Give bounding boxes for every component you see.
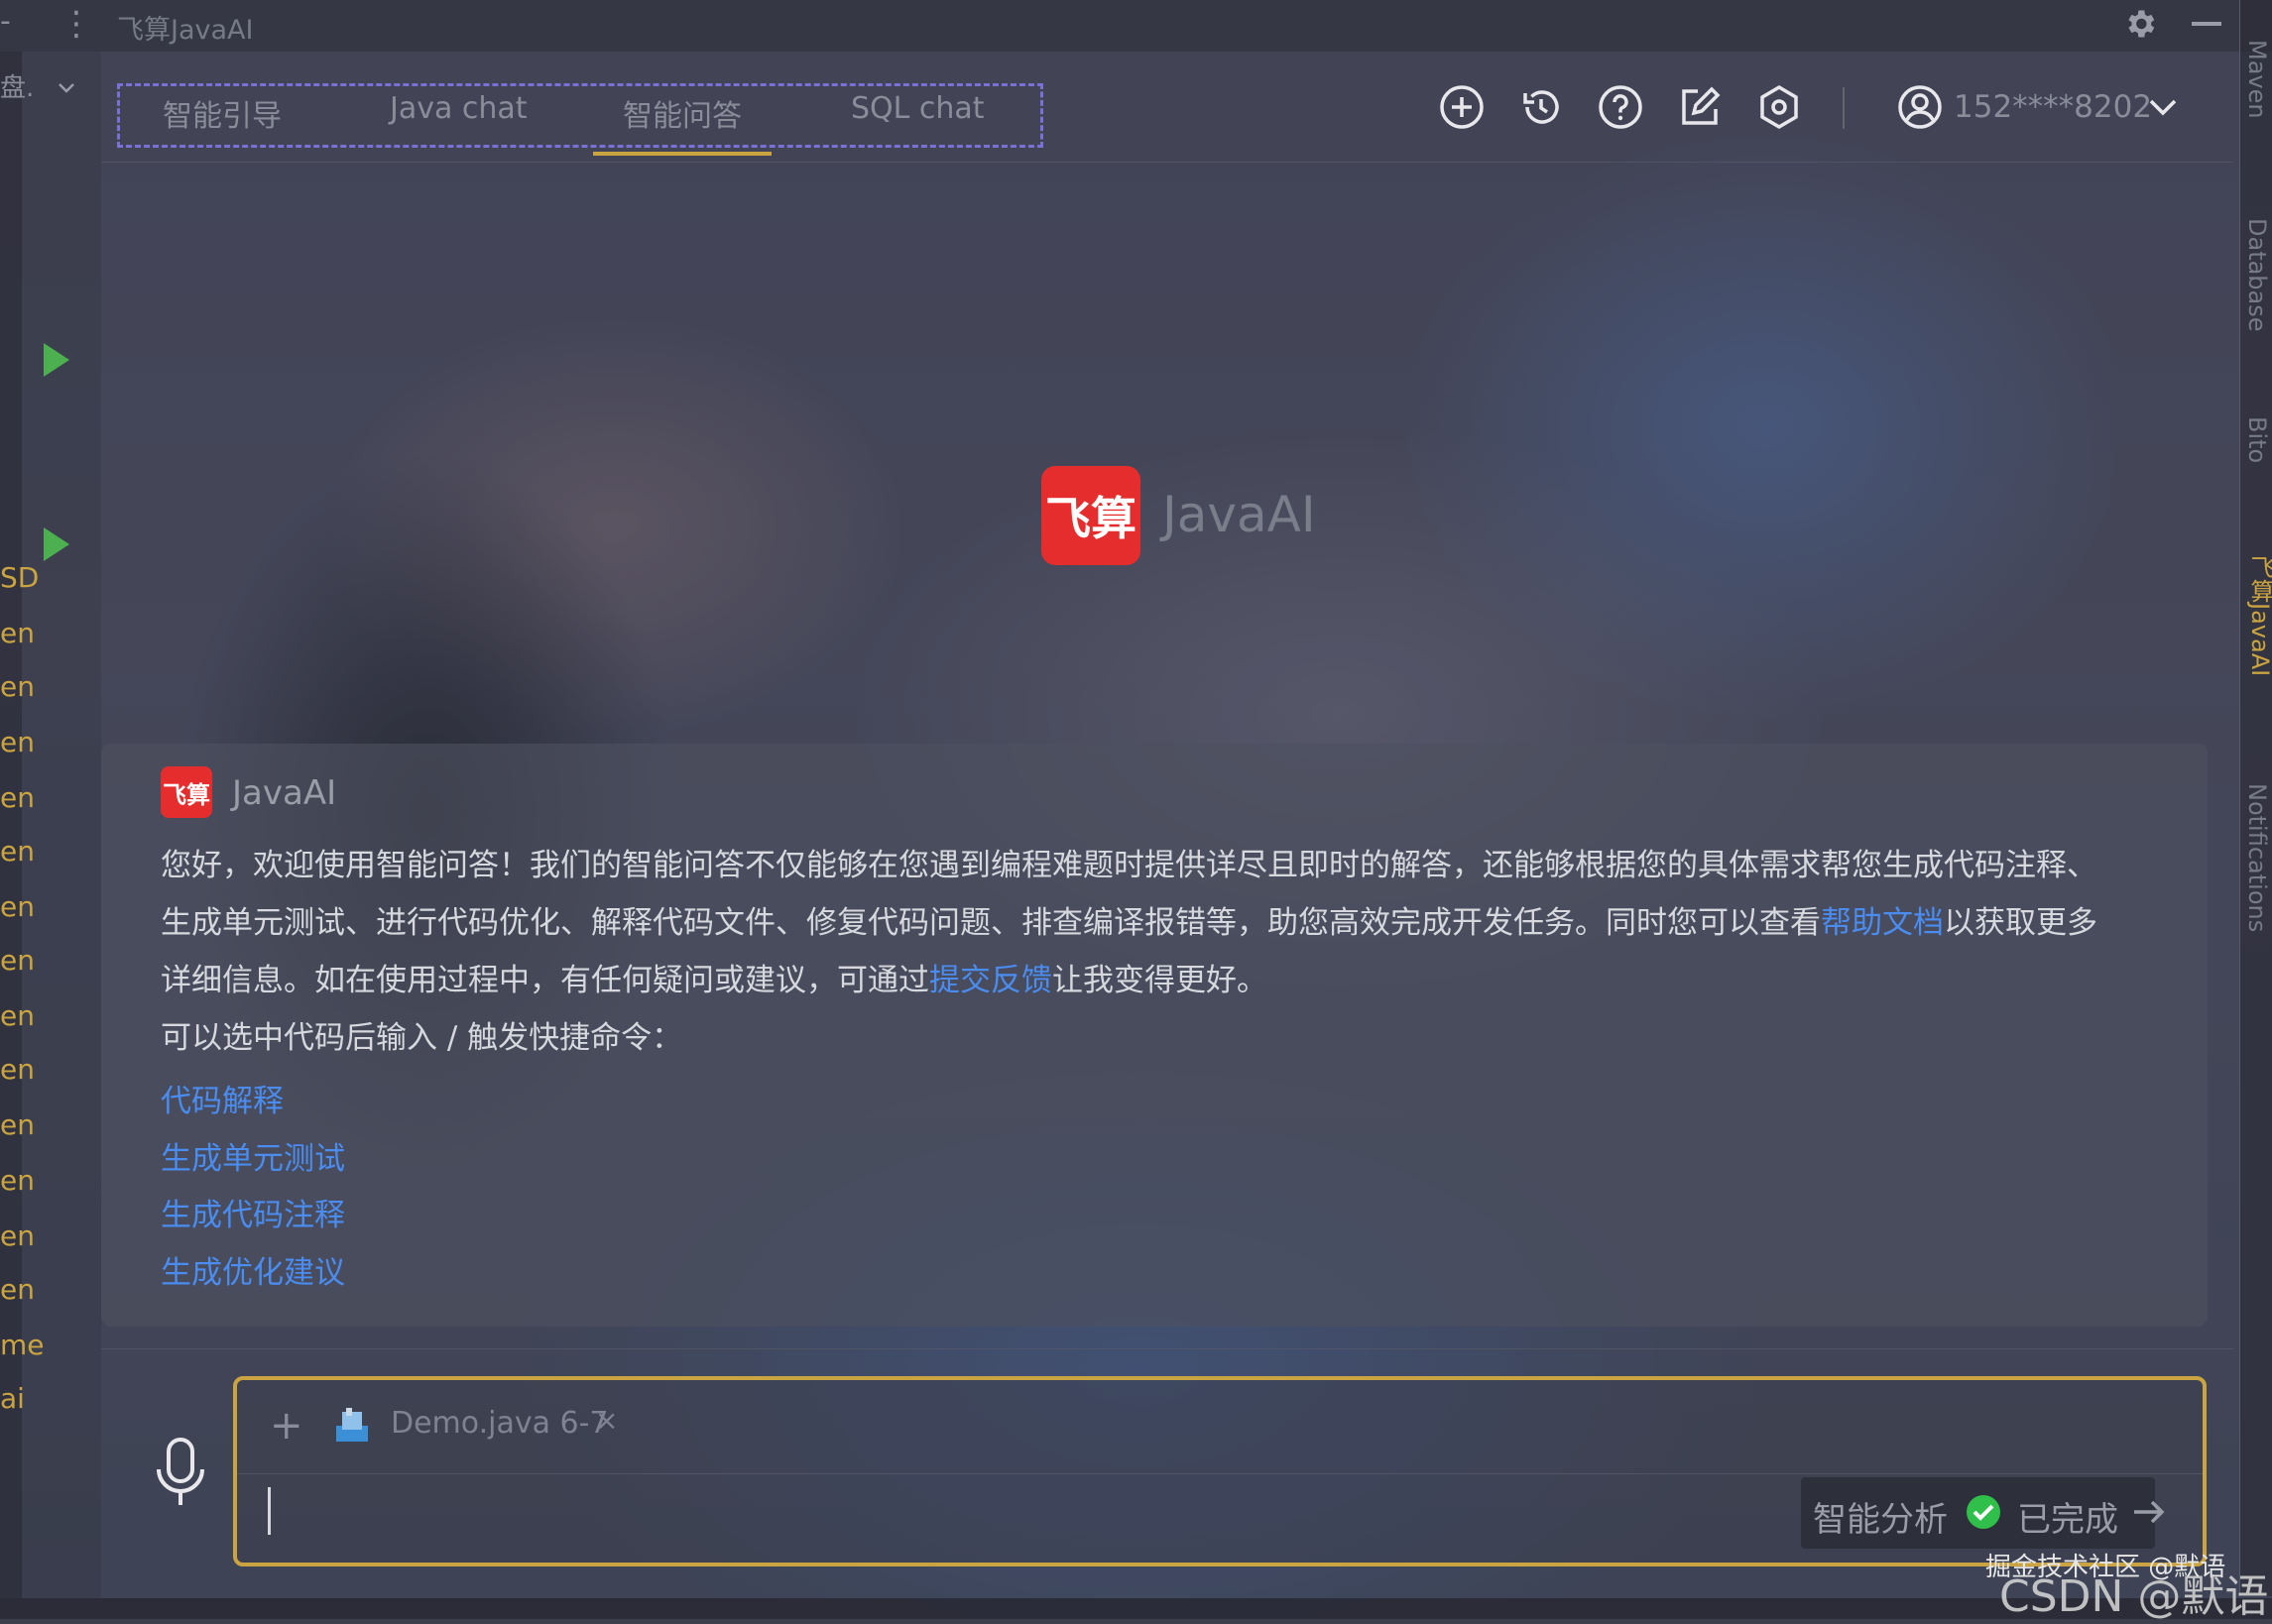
editor-left-strip bbox=[0, 52, 22, 1598]
gutter-code-fragment: en bbox=[0, 781, 35, 814]
database-tool-tab[interactable]: Database bbox=[2243, 218, 2271, 332]
gutter-code-fragment: en bbox=[0, 1219, 35, 1252]
gutter-code-fragment: en bbox=[0, 1273, 35, 1306]
window-title: 飞算JavaAI bbox=[117, 15, 254, 46]
active-tab-indicator bbox=[593, 152, 772, 156]
gutter-code-fragment: ai bbox=[0, 1382, 25, 1415]
gutter-code-fragment: en bbox=[0, 617, 35, 649]
header-divider bbox=[101, 162, 2233, 163]
assistant-avatar: 飞算 bbox=[161, 766, 212, 818]
command-explain-code[interactable]: 代码解释 bbox=[161, 1076, 284, 1120]
welcome-line-1: 您好，欢迎使用智能问答！我们的智能问答不仅能够在您遇到编程难题时提供详尽且即时的… bbox=[161, 848, 2097, 883]
edit-icon[interactable] bbox=[1676, 83, 1724, 131]
text-cursor bbox=[268, 1487, 271, 1535]
shortcut-hint: 可以选中代码后输入 / 触发快捷命令： bbox=[161, 1020, 683, 1056]
more-options-icon[interactable]: ⋮ bbox=[60, 2, 93, 46]
gutter-code-fragment: en bbox=[0, 1053, 35, 1086]
chevron-down-icon[interactable] bbox=[58, 79, 75, 97]
logo-product-name: JavaAI bbox=[1162, 486, 1316, 543]
tool-window-titlebar bbox=[0, 0, 2272, 52]
add-context-button[interactable]: + bbox=[270, 1406, 303, 1446]
help-docs-link[interactable]: 帮助文档 bbox=[1821, 905, 1944, 941]
feisuan-javaai-tool-tab[interactable]: 飞算JavaAI bbox=[2243, 555, 2272, 676]
gutter-code-fragment: en bbox=[0, 1164, 35, 1197]
welcome-line-2: 生成单元测试、进行代码优化、解释代码文件、修复代码问题、排查编译报错等，助您高效… bbox=[161, 905, 2097, 941]
help-icon[interactable] bbox=[1597, 83, 1644, 131]
gutter-code-fragment: en bbox=[0, 944, 35, 977]
command-optimization-suggestions[interactable]: 生成优化建议 bbox=[161, 1247, 345, 1292]
gutter-code-fragment: me bbox=[0, 1329, 45, 1361]
check-circle-icon bbox=[1967, 1495, 2000, 1529]
gutter-code-fragment: en bbox=[0, 726, 35, 758]
bito-tool-tab[interactable]: Bito bbox=[2243, 416, 2271, 463]
context-file-chip[interactable]: Demo.java 6-7 bbox=[391, 1406, 609, 1441]
send-arrow-icon[interactable] bbox=[2132, 1499, 2166, 1525]
input-divider bbox=[101, 1348, 2233, 1349]
editor-gutter bbox=[22, 52, 101, 1598]
remove-context-icon[interactable]: × bbox=[595, 1404, 618, 1437]
analysis-status-state: 已完成 bbox=[2017, 1500, 2118, 1540]
minimize-icon[interactable] bbox=[2192, 22, 2221, 26]
collapse-icon[interactable]: - bbox=[0, 4, 11, 39]
gutter-code-fragment: en bbox=[0, 835, 35, 868]
tab-java-chat[interactable]: Java chat bbox=[390, 91, 528, 126]
chevron-down-icon[interactable] bbox=[2148, 97, 2178, 117]
welcome-line-3: 详细信息。如在使用过程中，有任何疑问或建议，可通过提交反馈让我变得更好。 bbox=[161, 963, 1267, 998]
command-generate-comments[interactable]: 生成代码注释 bbox=[161, 1190, 345, 1234]
tab-smart-qa[interactable]: 智能问答 bbox=[623, 91, 742, 135]
feisuan-logo: 飞算 bbox=[1041, 466, 1140, 565]
history-icon[interactable] bbox=[1517, 83, 1565, 131]
microphone-icon[interactable] bbox=[151, 1436, 210, 1509]
assistant-name: JavaAI bbox=[232, 773, 337, 813]
gutter-code-fragment: en bbox=[0, 890, 35, 923]
run-gutter-icon[interactable] bbox=[44, 527, 69, 561]
tab-smart-guide[interactable]: 智能引导 bbox=[163, 91, 282, 135]
account-phone[interactable]: 152****8202 bbox=[1954, 89, 2152, 125]
gutter-text: 盘. bbox=[0, 73, 35, 103]
notifications-tool-tab[interactable]: Notifications bbox=[2243, 783, 2271, 932]
java-file-icon bbox=[336, 1408, 368, 1442]
plus-circle-icon[interactable] bbox=[1438, 83, 1486, 131]
input-context-divider bbox=[237, 1473, 2203, 1474]
tab-sql-chat[interactable]: SQL chat bbox=[851, 91, 985, 126]
gutter-code-fragment: en bbox=[0, 1108, 35, 1141]
analysis-status-label: 智能分析 bbox=[1813, 1500, 1948, 1540]
gutter-code-fragment: en bbox=[0, 999, 35, 1032]
ide-bottom-toolbar bbox=[0, 1598, 2272, 1619]
submit-feedback-link[interactable]: 提交反馈 bbox=[929, 963, 1052, 998]
gutter-code-fragment: SD bbox=[0, 561, 40, 594]
maven-tool-tab[interactable]: Maven bbox=[2243, 40, 2271, 119]
run-gutter-icon[interactable] bbox=[44, 343, 69, 377]
command-generate-unit-test[interactable]: 生成单元测试 bbox=[161, 1133, 345, 1178]
watermark-csdn: CSDN @默语 bbox=[1999, 1571, 2269, 1622]
header-separator bbox=[1843, 87, 1845, 129]
gear-icon[interactable] bbox=[2122, 6, 2158, 42]
gutter-code-fragment: en bbox=[0, 670, 35, 703]
user-account-icon[interactable] bbox=[1896, 83, 1944, 131]
settings-hex-icon[interactable] bbox=[1755, 83, 1803, 131]
